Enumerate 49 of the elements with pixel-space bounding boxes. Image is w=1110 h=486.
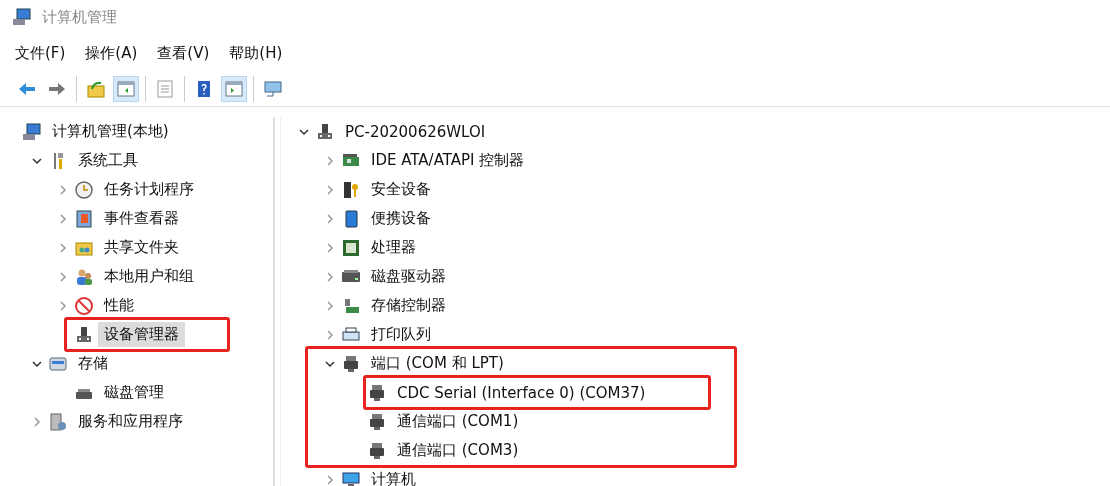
prohibited-icon	[74, 295, 94, 316]
menu-item[interactable]: 查看(V)	[157, 43, 210, 63]
computer-icon	[22, 121, 42, 142]
menu-item[interactable]: 帮助(H)	[229, 43, 283, 63]
port-icon	[367, 440, 387, 461]
tree-item[interactable]: 服务和应用程序	[72, 409, 189, 434]
tree-item[interactable]: 设备管理器	[98, 322, 185, 347]
computer-icon	[12, 7, 32, 27]
key-icon	[341, 179, 361, 200]
tree-item[interactable]: 打印队列	[365, 322, 437, 347]
device-manager-icon	[74, 324, 94, 345]
tree-item[interactable]: 本地用户和组	[98, 264, 200, 289]
properties-icon	[155, 79, 175, 99]
tree-item[interactable]: 存储控制器	[365, 293, 452, 318]
port-icon	[367, 411, 387, 432]
menu-item[interactable]: 操作(A)	[85, 43, 138, 63]
window-title: 计算机管理	[42, 7, 117, 27]
tree-item[interactable]: 安全设备	[365, 177, 437, 202]
port-icon	[341, 353, 361, 374]
up-folder-icon	[86, 79, 106, 99]
tree-item[interactable]: IDE ATA/ATAPI 控制器	[365, 148, 531, 173]
monitor-icon	[263, 79, 283, 99]
tree-item[interactable]: 端口 (COM 和 LPT)	[365, 351, 510, 376]
clock-icon	[74, 179, 94, 200]
port-icon	[367, 382, 387, 403]
console-tree-icon	[116, 79, 136, 99]
tree-item[interactable]: 计算机	[365, 467, 422, 486]
monitor-icon	[341, 469, 361, 486]
tree-item[interactable]: 事件查看器	[98, 206, 185, 231]
tree-item[interactable]: 存储	[72, 351, 114, 376]
event-log-icon	[74, 208, 94, 229]
tree-item[interactable]: CDC Serial (Interface 0) (COM37)	[391, 380, 652, 405]
tree-item[interactable]: 计算机管理(本地)	[46, 119, 175, 144]
device-manager-icon	[315, 121, 335, 142]
tree-item[interactable]: 系统工具	[72, 148, 144, 173]
tree-item[interactable]: 便携设备	[365, 206, 437, 231]
services-icon	[48, 411, 68, 432]
tree-item[interactable]: 处理器	[365, 235, 422, 260]
tree-item[interactable]: 磁盘驱动器	[365, 264, 452, 289]
tree-item[interactable]: 通信端口 (COM3)	[391, 438, 525, 463]
tree-item[interactable]: PC-20200626WLOI	[339, 119, 492, 144]
tree-item[interactable]: 任务计划程序	[98, 177, 200, 202]
tree-item[interactable]: 性能	[98, 293, 140, 318]
tree-item[interactable]: 通信端口 (COM1)	[391, 409, 525, 434]
processor-icon	[341, 237, 361, 258]
menu-item[interactable]: 文件(F)	[15, 43, 66, 63]
action-pane-icon	[224, 79, 244, 99]
tree-item[interactable]: 磁盘管理	[98, 380, 170, 405]
tree-item[interactable]: 共享文件夹	[98, 235, 185, 260]
